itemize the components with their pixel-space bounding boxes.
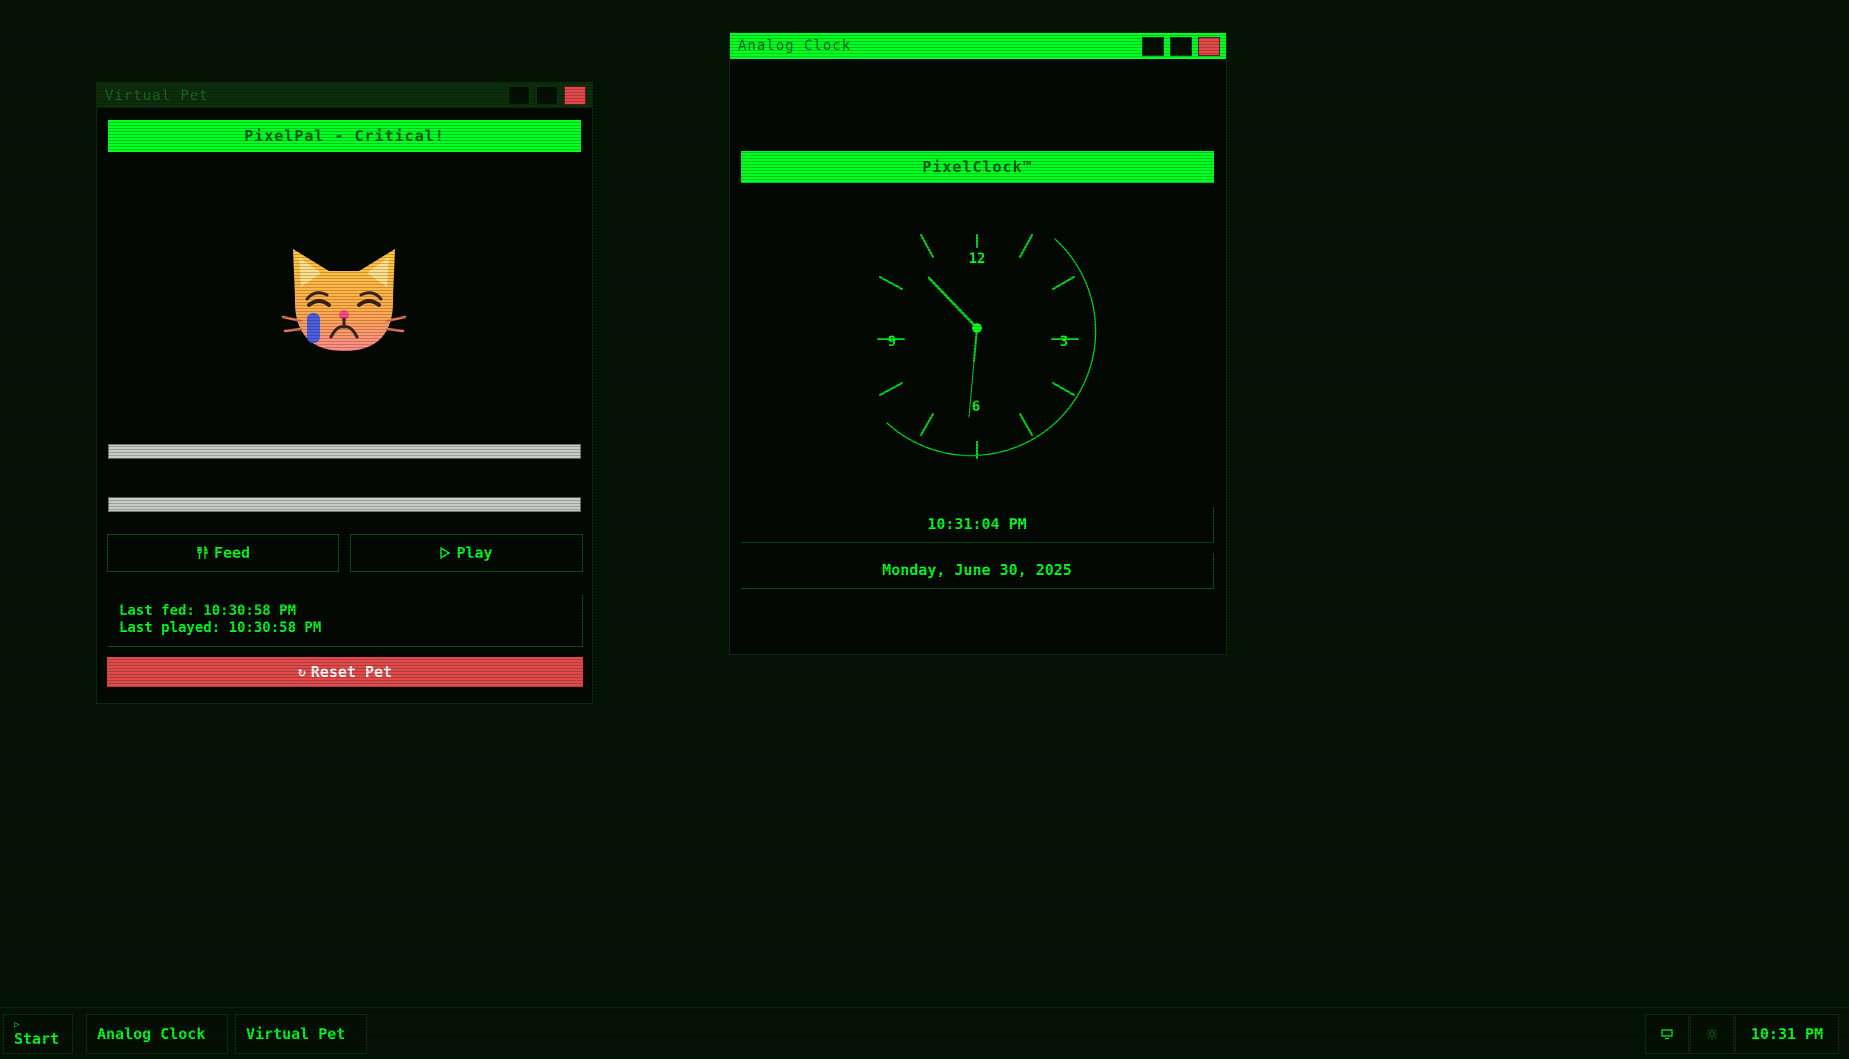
play-button[interactable]: Play [350, 534, 583, 572]
digital-time: 10:31:04 PM [741, 507, 1214, 543]
analog-clock-window: Analog Clock PixelClock™ 12 3 6 9 10:31:… [729, 32, 1227, 655]
clock-numeral-6: 6 [972, 399, 980, 415]
taskbar: ▷ Start Analog Clock Virtual Pet 10:31 P… [0, 1007, 1849, 1059]
hunger-bar [108, 444, 581, 459]
feed-button-label: Feed [213, 544, 251, 562]
minimize-button[interactable] [508, 86, 530, 105]
pet-status-banner: PixelPal - Critical! [108, 120, 581, 152]
gear-icon [1706, 1028, 1718, 1040]
reset-pet-button[interactable]: ↻ Reset Pet [107, 657, 583, 687]
settings-icon-button[interactable] [1690, 1014, 1734, 1054]
crying-cat-face-icon [281, 249, 407, 351]
minimize-button[interactable] [1142, 36, 1164, 56]
taskbar-item-virtual-pet[interactable]: Virtual Pet [235, 1014, 367, 1054]
clock-titlebar[interactable]: Analog Clock [730, 33, 1226, 59]
taskbar-item-analog-clock[interactable]: Analog Clock [86, 1014, 228, 1054]
analog-clock-face: 12 3 6 9 [877, 234, 1097, 459]
pet-activity-log: Last fed: 10:30:58 PM Last played: 10:30… [108, 595, 583, 647]
date-display: Monday, June 30, 2025 [741, 553, 1214, 589]
start-arrow-icon: ▷ [14, 1019, 20, 1030]
maximize-button[interactable] [1170, 36, 1192, 56]
last-fed-text: Last fed: 10:30:58 PM [119, 603, 297, 619]
close-button[interactable] [1198, 36, 1220, 56]
start-button[interactable]: ▷ Start [3, 1014, 73, 1054]
monitor-icon [1661, 1029, 1673, 1040]
maximize-button[interactable] [536, 86, 558, 105]
taskbar-clock: 10:31 PM [1735, 1014, 1839, 1054]
clock-numeral-3: 3 [1060, 334, 1068, 350]
close-button[interactable] [564, 86, 586, 105]
happiness-bar [108, 497, 581, 512]
clock-banner: PixelClock™ [741, 151, 1214, 183]
display-icon-button[interactable] [1645, 1014, 1689, 1054]
reset-pet-label: Reset Pet [310, 663, 393, 681]
virtual-pet-window: Virtual Pet PixelPal - Critical! Feed Pl… [96, 82, 593, 704]
pet-titlebar[interactable]: Virtual Pet [97, 83, 592, 108]
clock-window-title: Analog Clock [738, 38, 852, 54]
play-button-label: Play [456, 544, 493, 562]
clock-numeral-12: 12 [969, 251, 986, 267]
start-label: Start [14, 1029, 60, 1048]
reset-icon: ↻ [297, 664, 306, 680]
feed-button[interactable]: Feed [107, 534, 339, 572]
fork-knife-icon [197, 546, 208, 559]
clock-numeral-9: 9 [888, 334, 896, 350]
pet-window-title: Virtual Pet [105, 87, 209, 104]
play-icon [440, 547, 451, 559]
last-played-text: Last played: 10:30:58 PM [119, 620, 322, 636]
